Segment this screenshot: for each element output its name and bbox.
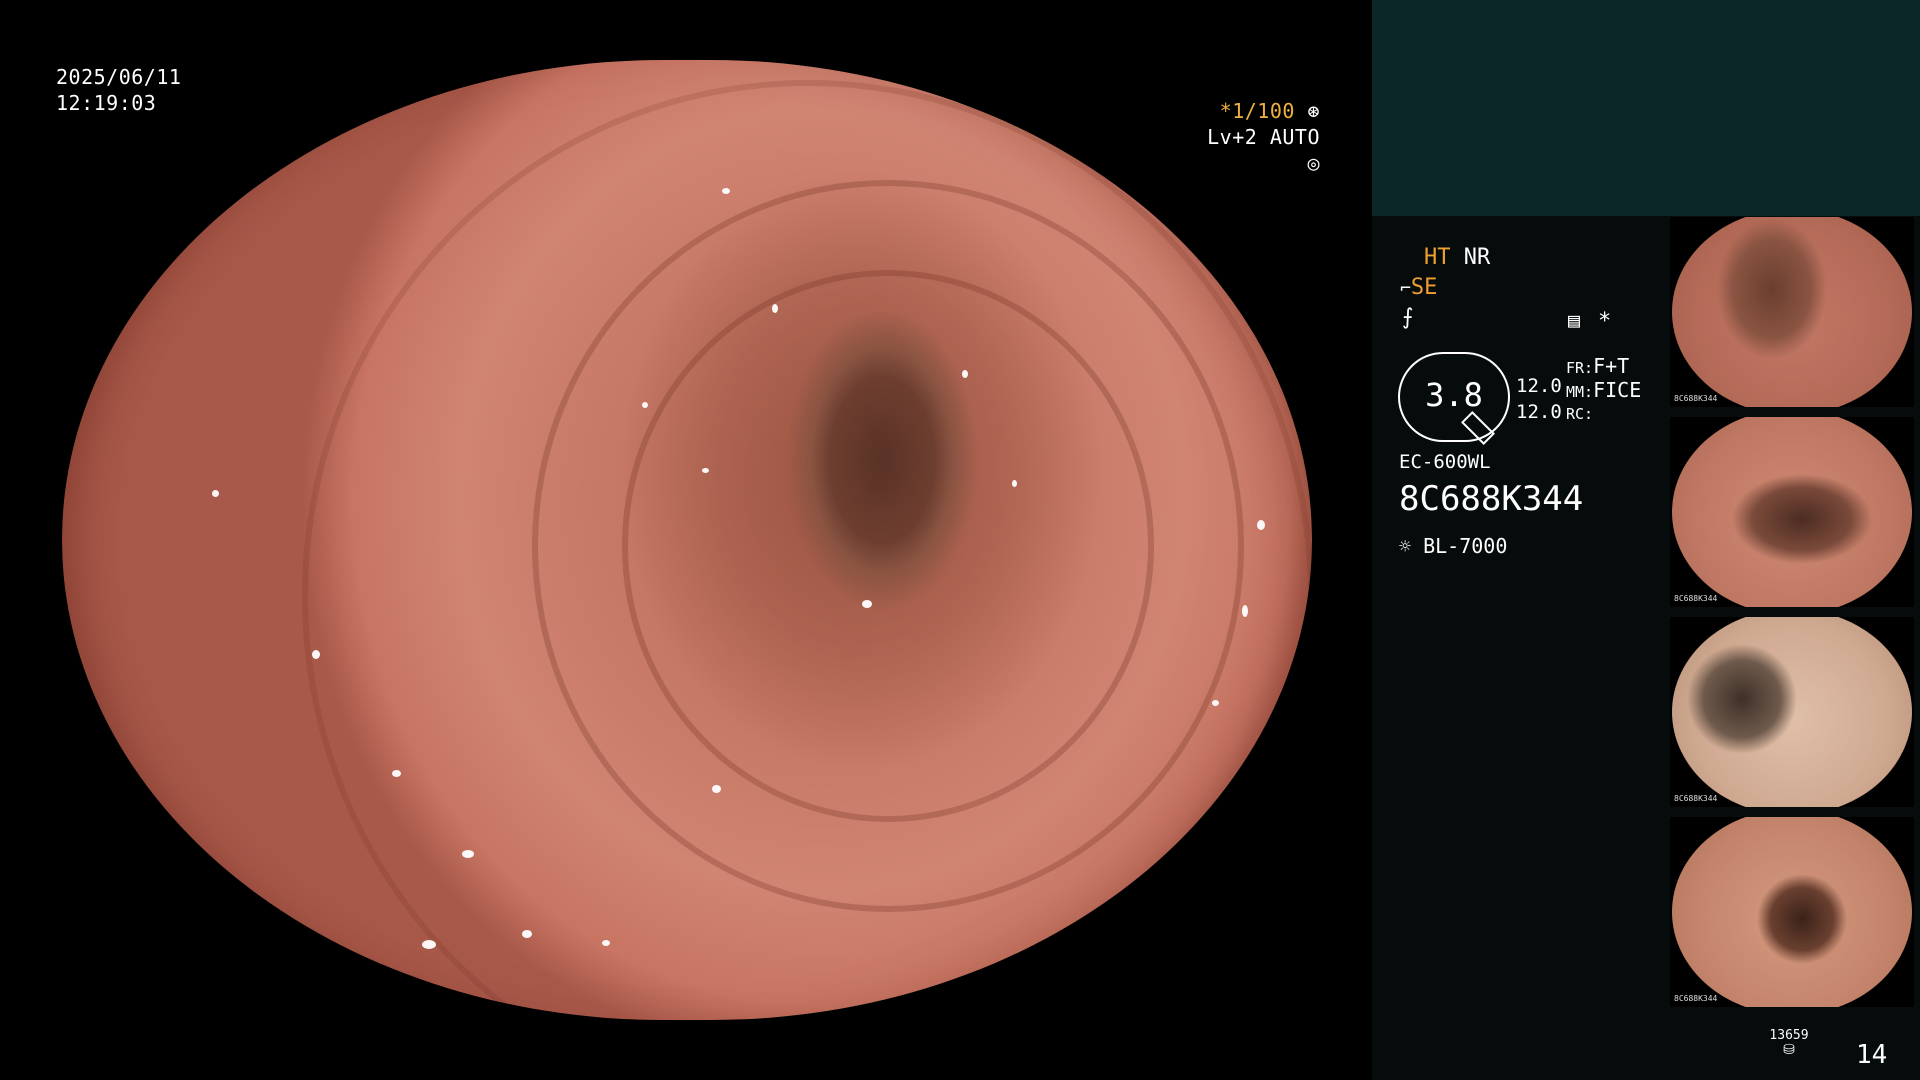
mm-value: FICE: [1593, 378, 1642, 402]
iris-icon: ◎: [1307, 151, 1320, 175]
time-text: 12:19:03: [56, 91, 157, 115]
gauge-value: 3.8: [1425, 376, 1483, 414]
edge-icon: ⨍: [1402, 305, 1414, 330]
ht-nr-row: HT NR: [1424, 244, 1490, 272]
thumbnail-serial: 8C688K344: [1674, 394, 1718, 403]
specular-highlight: [1242, 605, 1248, 617]
specular-highlight: [462, 850, 474, 858]
endoscope-main-view: 2025/06/11 12:19:03 *1/100 ⊛ Lv+2 AUTO ◎: [0, 0, 1372, 1080]
storage-icon: ⛁: [1783, 1042, 1795, 1058]
fr-value: F+T: [1593, 354, 1630, 378]
fr-label: FR:: [1566, 359, 1594, 377]
specular-highlight: [702, 468, 709, 473]
aperture-icon: ⊛: [1294, 99, 1320, 123]
specular-highlight: [862, 600, 872, 608]
specular-highlight: [1012, 480, 1017, 487]
specular-highlight: [212, 490, 219, 497]
ht-label: HT: [1424, 245, 1451, 270]
date-text: 2025/06/11: [56, 65, 182, 89]
specular-highlight: [422, 940, 436, 949]
light-source: BL-7000: [1423, 534, 1508, 558]
thumbnail-image: [1672, 817, 1912, 1007]
specular-highlight: [772, 304, 778, 313]
structure-enhance-icon: ⌐: [1400, 278, 1411, 299]
side-panel-header: [1372, 0, 1920, 216]
thumbnail-4[interactable]: 8C688K344: [1670, 817, 1914, 1007]
specular-highlight: [312, 650, 320, 659]
page-number: 14: [1856, 1040, 1888, 1070]
mm-label: MM:: [1566, 383, 1594, 401]
exposure-display: *1/100 ⊛ Lv+2 AUTO ◎: [1190, 98, 1320, 176]
datetime-display: 2025/06/11 12:19:03: [56, 64, 181, 116]
specular-highlight: [722, 188, 730, 194]
light-bulb-icon: ☼: [1399, 534, 1412, 558]
thumbnail-1[interactable]: 8C688K344: [1670, 217, 1914, 407]
se-label: SE: [1410, 275, 1438, 300]
value-2: 12.0: [1516, 401, 1562, 423]
scope-serial: 8C688K344: [1399, 479, 1584, 519]
star-label: *: [1598, 309, 1612, 334]
specular-highlight: [962, 370, 968, 378]
gauge-pointer-icon: [1461, 411, 1495, 445]
settings-list-icon: ▤: [1568, 308, 1581, 332]
thumbnail-image: [1672, 217, 1912, 407]
thumbnail-serial: 8C688K344: [1674, 794, 1718, 803]
specular-highlight: [602, 940, 610, 946]
image-counter: 13659 ⛁: [1764, 1028, 1814, 1057]
counter-value: 13659: [1769, 1028, 1809, 1043]
specular-highlight: [522, 930, 532, 938]
shutter-text: *1/100: [1219, 99, 1295, 123]
specular-highlight: [1212, 700, 1219, 706]
level-text: Lv+2 AUTO: [1207, 125, 1320, 149]
specular-highlight: [392, 770, 401, 777]
light-source-row: ☼ BL-7000: [1399, 532, 1507, 560]
endoscopic-image: [62, 60, 1312, 1020]
scope-model: EC-600WL: [1399, 451, 1491, 473]
thumbnail-image: [1672, 617, 1912, 807]
thumbnail-image: [1672, 417, 1912, 607]
nr-label: NR: [1463, 245, 1491, 270]
specular-highlight: [712, 785, 721, 793]
specular-highlight: [1257, 520, 1265, 530]
thumbnail-serial: 8C688K344: [1674, 594, 1718, 603]
thumbnail-serial: 8C688K344: [1674, 994, 1718, 1003]
specular-highlight: [642, 402, 648, 408]
se-row: ⌐SE: [1400, 274, 1437, 303]
brightness-gauge: 3.8: [1398, 352, 1510, 445]
rc-label: RC:: [1566, 405, 1594, 423]
thumbnail-2[interactable]: 8C688K344: [1670, 417, 1914, 607]
value-1: 12.0: [1516, 375, 1562, 397]
thumbnail-3[interactable]: 8C688K344: [1670, 617, 1914, 807]
